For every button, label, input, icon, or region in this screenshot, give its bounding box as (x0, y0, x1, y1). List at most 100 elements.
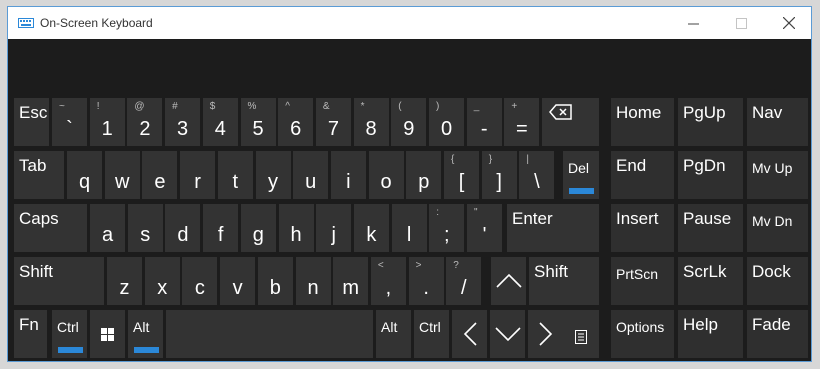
key-n[interactable]: n (295, 257, 331, 305)
key-w[interactable]: w (104, 151, 140, 199)
key-[[interactable]: {[ (444, 151, 479, 199)
left-arrow-key[interactable] (452, 310, 487, 358)
key-l[interactable]: l (391, 204, 427, 252)
key-6[interactable]: ^ 6 (278, 98, 314, 146)
key-a[interactable]: a (90, 204, 125, 252)
key-1[interactable]: ! 1 (89, 98, 125, 146)
key-=[interactable]: + = (504, 98, 540, 146)
key-r[interactable]: r (180, 151, 216, 199)
minimize-button[interactable] (671, 7, 715, 39)
prtscn-key[interactable]: PrtScn (611, 257, 674, 305)
maximize-button[interactable] (719, 7, 763, 39)
key-z[interactable]: z (107, 257, 142, 305)
key-,[interactable]: <, (370, 257, 406, 305)
alt-key[interactable]: Alt (128, 310, 163, 358)
key-m[interactable]: m (333, 257, 369, 305)
key-][interactable]: }] (481, 151, 517, 199)
scrlk-key[interactable]: ScrLk (678, 257, 743, 305)
tab-key[interactable]: Tab (14, 151, 64, 199)
key-g[interactable]: g (240, 204, 276, 252)
key-h[interactable]: h (278, 204, 314, 252)
key-d[interactable]: d (165, 204, 201, 252)
dock-key[interactable]: Dock (747, 257, 808, 305)
end-key[interactable]: End (611, 151, 674, 199)
key-label: g (252, 224, 264, 246)
insert-key[interactable]: Insert (611, 204, 674, 252)
spacebar[interactable] (166, 310, 373, 358)
close-button[interactable] (767, 7, 811, 39)
up-arrow-key[interactable] (491, 257, 526, 305)
enter-key[interactable]: Enter (507, 204, 599, 252)
key-label: u (305, 171, 317, 193)
menu-key[interactable] (563, 310, 599, 358)
key-s[interactable]: s (127, 204, 163, 252)
title-bar[interactable]: On-Screen Keyboard (8, 7, 811, 39)
ctrl-key-label: Ctrl (57, 319, 79, 335)
key-c[interactable]: c (182, 257, 218, 305)
key-e[interactable]: e (142, 151, 178, 199)
mvup-key[interactable]: Mv Up (747, 151, 808, 199)
key-;[interactable]: :; (429, 204, 465, 252)
down-arrow-key[interactable] (490, 310, 525, 358)
key-o[interactable]: o (368, 151, 404, 199)
key-shift-label: & (322, 101, 330, 112)
windows-key[interactable] (90, 310, 125, 358)
options-key[interactable]: Options (611, 310, 674, 358)
key-label: 9 (403, 118, 415, 140)
key-k[interactable]: k (353, 204, 389, 252)
home-key[interactable]: Home (611, 98, 674, 146)
caps-key[interactable]: Caps (14, 204, 87, 252)
key-8[interactable]: * 8 (353, 98, 389, 146)
alt-toggle-indicator (134, 347, 159, 353)
esc-key[interactable]: Esc (14, 98, 49, 146)
key-f[interactable]: f (203, 204, 239, 252)
key-label: f (217, 224, 224, 246)
ctrl-right-key[interactable]: Ctrl (414, 310, 449, 358)
ctrl-key[interactable]: Ctrl (52, 310, 87, 358)
shift-key[interactable]: Shift (14, 257, 104, 305)
key-i[interactable]: i (330, 151, 366, 199)
key-0[interactable]: ) 0 (429, 98, 464, 146)
key-u[interactable]: u (293, 151, 329, 199)
del-key[interactable]: Del (563, 151, 599, 199)
key-x[interactable]: x (144, 257, 180, 305)
key-t[interactable]: t (217, 151, 253, 199)
right-arrow-key[interactable] (528, 310, 563, 358)
key-/[interactable]: ? / (446, 257, 482, 305)
help-key[interactable]: Help (678, 310, 743, 358)
key-3[interactable]: #3 (165, 98, 201, 146)
backspace-key[interactable] (542, 98, 599, 146)
alt-right-key[interactable]: Alt (376, 310, 411, 358)
key-shift-label: @ (134, 101, 145, 112)
key-b[interactable]: b (257, 257, 293, 305)
key-label: s (140, 224, 151, 246)
key-q[interactable]: q (67, 151, 102, 199)
maximize-icon (735, 17, 747, 29)
key-9[interactable]: (9 (391, 98, 427, 146)
fn-key[interactable]: Fn (14, 310, 47, 358)
key-5[interactable]: % 5 (240, 98, 276, 146)
mvdn-key[interactable]: Mv Dn (747, 204, 808, 252)
key-label: . (423, 277, 429, 299)
key-p[interactable]: p (406, 151, 442, 199)
key-\[interactable]: | \ (519, 151, 555, 199)
key-7[interactable]: & 7 (315, 98, 351, 146)
pgup-key[interactable]: PgUp (678, 98, 743, 146)
shift-right-key[interactable]: Shift (529, 257, 599, 305)
nav-key[interactable]: Nav (747, 98, 808, 146)
key-v[interactable]: v (220, 257, 256, 305)
fade-key[interactable]: Fade (747, 310, 808, 358)
key-j[interactable]: j (316, 204, 352, 252)
pgdn-key[interactable]: PgDn (678, 151, 743, 199)
key-'[interactable]: " ' (467, 204, 502, 252)
key--[interactable]: _ - (466, 98, 502, 146)
key-shift-label: _ (473, 101, 480, 112)
key-.[interactable]: >. (408, 257, 444, 305)
shift-key-label: Shift (19, 262, 54, 281)
key-shift-label: { (451, 154, 455, 165)
key-4[interactable]: $4 (202, 98, 238, 146)
pause-key[interactable]: Pause (678, 204, 743, 252)
key-2[interactable]: @2 (127, 98, 163, 146)
key-y[interactable]: y (255, 151, 291, 199)
key-`[interactable]: ~ ` (52, 98, 87, 146)
